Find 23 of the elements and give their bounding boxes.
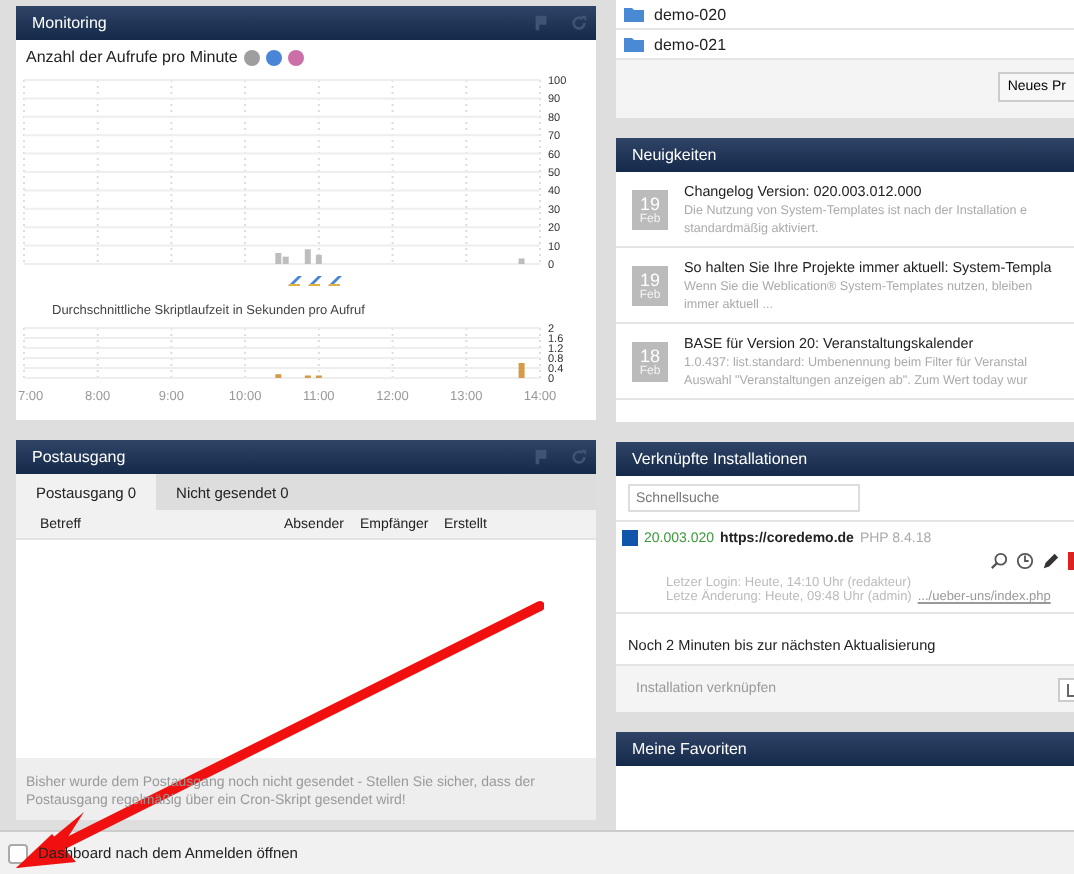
date-day: 19 bbox=[639, 270, 660, 290]
chart-bar bbox=[315, 254, 322, 264]
panel-title: Postausgang bbox=[32, 448, 128, 466]
project-item[interactable]: demo-020 bbox=[654, 5, 727, 23]
checkbox[interactable] bbox=[8, 843, 28, 863]
chart-bar bbox=[304, 249, 311, 264]
date-day: 18 bbox=[639, 346, 660, 366]
panel-title: Neuigkeiten bbox=[632, 146, 719, 164]
legend-dot[interactable] bbox=[287, 49, 304, 65]
panel-title: Verknüpfte Installationen bbox=[632, 450, 810, 468]
legend-dot[interactable] bbox=[243, 49, 260, 65]
clock-icon[interactable] bbox=[1016, 552, 1034, 570]
chart-bar bbox=[518, 363, 525, 378]
panel-title: Meine Favoriten bbox=[632, 740, 749, 758]
chart-title: Anzahl der Aufrufe pro Minute bbox=[26, 48, 238, 66]
project-item[interactable]: demo-021 bbox=[654, 35, 727, 53]
legend-dot[interactable] bbox=[265, 49, 282, 65]
link-button-icon[interactable] bbox=[1058, 677, 1074, 701]
date-day: 19 bbox=[639, 194, 660, 214]
pencil-icon[interactable] bbox=[1042, 552, 1060, 570]
chart-bar bbox=[518, 258, 525, 264]
panel-title: Monitoring bbox=[32, 14, 109, 32]
search-icon[interactable] bbox=[990, 552, 1008, 570]
